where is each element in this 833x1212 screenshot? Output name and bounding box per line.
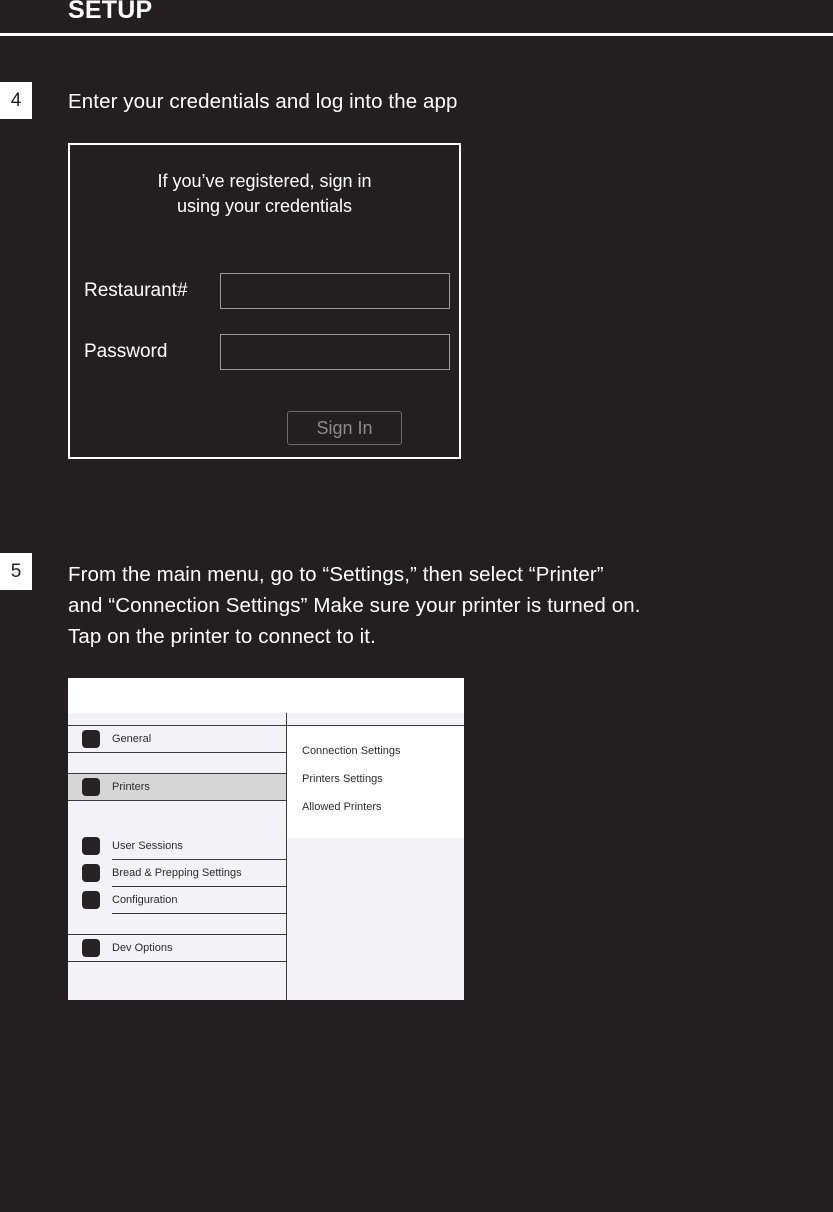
detail-item-printers-settings[interactable]: Printers Settings [302,772,383,786]
sidebar-item-label: Configuration [112,894,178,906]
password-input[interactable] [220,334,450,370]
sidebar-bottom-spacer [68,976,286,1000]
sidebar-top-spacer [68,713,286,725]
mockup-app-topbar [68,678,464,713]
detail-item-allowed-printers[interactable]: Allowed Printers [302,800,381,814]
settings-detail-panel: Connection Settings Printers Settings Al… [287,713,464,1000]
sidebar-item-dev-options[interactable]: Dev Options [68,935,286,961]
sidebar-item-bread-and-prepping-settings[interactable]: Bread & Prepping Settings [68,860,286,886]
sidebar-item-label: General [112,733,152,745]
sidebar-item-user-sessions[interactable]: User Sessions [68,833,286,859]
sidebar-item-configuration[interactable]: Configuration [68,887,286,913]
header-bar: SETUP [0,0,833,33]
restaurant-number-input[interactable] [220,273,450,309]
login-heading: If you’ve registered, sign in using your… [157,171,372,216]
sidebar-item-printers[interactable]: Printers [68,774,286,800]
mockup-body: General Printers User Sessions Bread & P… [68,713,464,1000]
step-number-badge-4: 4 [0,82,32,119]
page-title: SETUP [68,0,153,24]
header-divider [0,33,833,36]
restaurant-number-label: Restaurant# [84,280,188,301]
users-icon [82,837,100,855]
login-card: If you’ve registered, sign in using your… [68,143,461,459]
bread-icon [82,864,100,882]
detail-item-connection-settings[interactable]: Connection Settings [302,744,400,758]
printer-icon [82,778,100,796]
password-field-row: Password [70,334,459,370]
password-label: Password [84,341,168,362]
divider [68,800,286,801]
sidebar-item-label: Bread & Prepping Settings [112,867,242,879]
sidebar-item-label: User Sessions [112,840,183,852]
divider [68,961,286,962]
sidebar-item-label: Printers [112,781,150,793]
step-number-badge-5: 5 [0,553,32,590]
step-instruction-4: Enter your credentials and log into the … [68,90,458,113]
restaurant-number-field-row: Restaurant# [70,273,459,309]
detail-panel-list: Connection Settings Printers Settings Al… [287,725,464,838]
divider [68,752,286,753]
wrench-icon [82,891,100,909]
sidebar-item-general[interactable]: General [68,726,286,752]
sign-in-button[interactable]: Sign In [287,411,402,445]
settings-sidebar: General Printers User Sessions Bread & P… [68,713,286,1000]
code-icon [82,939,100,957]
settings-icon [82,730,100,748]
divider [112,913,286,914]
sidebar-item-label: Dev Options [112,942,173,954]
step-instruction-5: From the main menu, go to “Settings,” th… [68,563,641,648]
settings-screen-mockup: General Printers User Sessions Bread & P… [68,678,464,1000]
